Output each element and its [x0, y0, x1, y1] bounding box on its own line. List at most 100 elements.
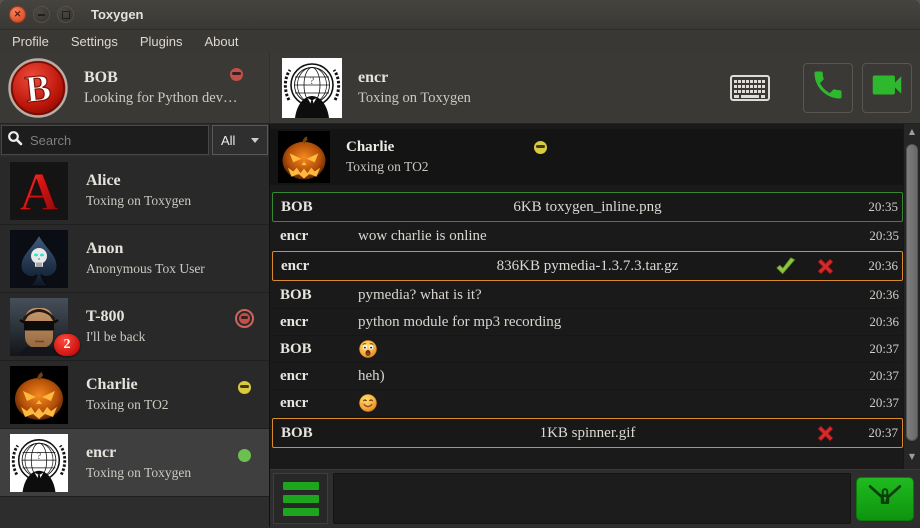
file-label: 1KB spinner.gif: [273, 425, 902, 442]
smiling-face-emoji: [358, 393, 378, 413]
text-message: encr python module for mp3 recording 20:…: [272, 309, 903, 336]
contact-encr[interactable]: ? encr Toxing on Toxygen: [0, 429, 269, 497]
self-name: BOB: [84, 69, 237, 87]
emoji-message: encr 20:37: [272, 390, 903, 417]
svg-text:A: A: [20, 162, 59, 220]
contact-charlie[interactable]: Charlie Toxing on TO2: [0, 361, 269, 429]
self-avatar[interactable]: B: [8, 58, 68, 118]
body: All A Alice Toxing on T: [0, 124, 920, 527]
notification-name: Charlie: [346, 139, 394, 156]
contact-anon[interactable]: Anon Anonymous Tox User: [0, 225, 269, 293]
file-transfer-message[interactable]: 6KB toxygen_inline.png BOB 20:35: [272, 192, 903, 222]
message-time: 20:36: [855, 314, 899, 330]
message-text: heh): [358, 368, 839, 385]
message-sender: BOB: [281, 425, 359, 442]
search-icon: [7, 130, 23, 151]
window-title: Toxygen: [91, 7, 144, 22]
file-label: 6KB toxygen_inline.png: [273, 199, 902, 216]
decline-file-button[interactable]: [813, 255, 838, 278]
scroll-up-arrow[interactable]: ▲: [904, 124, 920, 138]
file-transfer-message[interactable]: 1KB spinner.gif BOB 20:37: [272, 418, 903, 448]
audio-call-button[interactable]: [803, 63, 853, 113]
busy-status-icon: [235, 309, 254, 328]
chat-scrollbar[interactable]: ▲ ▼: [903, 124, 920, 469]
contact-filter-dropdown[interactable]: All: [212, 125, 268, 155]
search-box[interactable]: [1, 125, 209, 155]
self-busy-status-icon: [230, 68, 243, 81]
filter-value: All: [221, 133, 235, 148]
minimize-icon[interactable]: [33, 6, 50, 23]
contact-name: Anon: [86, 240, 205, 258]
alice-avatar: A: [10, 162, 68, 220]
message-time: 20:36: [855, 287, 899, 303]
message-text: python module for mp3 recording: [358, 314, 839, 331]
charlie-avatar: [10, 366, 68, 424]
accept-file-button[interactable]: [773, 255, 798, 278]
titlebar: ✕ Toxygen: [0, 0, 920, 30]
message-sender: encr: [280, 314, 358, 331]
message-compose-bar: [270, 469, 920, 527]
message-input[interactable]: [333, 473, 851, 524]
svg-text:?: ?: [37, 451, 41, 462]
chat-pane: Charlie Toxing on TO2 6KB toxygen_inline…: [270, 124, 920, 527]
menu-profile[interactable]: Profile: [12, 34, 60, 49]
svg-text:?: ?: [310, 76, 315, 87]
contact-status-message: I'll be back: [86, 329, 145, 345]
scrollbar-thumb[interactable]: [906, 144, 918, 441]
message-text: pymedia? what is it?: [358, 287, 839, 304]
peer-name: encr: [358, 69, 471, 87]
contact-t800[interactable]: 2 T-800 I'll be back: [0, 293, 269, 361]
self-info: BOB Looking for Python dev…: [84, 69, 237, 107]
text-message: encr heh) 20:37: [272, 363, 903, 390]
hamburger-icon: [283, 482, 319, 490]
chevron-down-icon: [251, 138, 259, 143]
header-actions: [730, 52, 920, 123]
decline-file-button[interactable]: [813, 422, 838, 445]
contact-status-message: Toxing on Toxygen: [86, 193, 191, 209]
away-status-icon: [238, 381, 251, 394]
message-time: 20:35: [854, 199, 898, 215]
svg-text:B: B: [23, 66, 53, 110]
contact-info: Anon Anonymous Tox User: [86, 240, 205, 277]
t800-avatar: 2: [10, 298, 68, 356]
chat-menu-button[interactable]: [273, 473, 328, 524]
file-transfer-message[interactable]: 836KB pymedia-1.3.7.3.tar.gz encr 20:36: [272, 251, 903, 281]
menubar: Profile Settings Plugins About: [0, 30, 920, 52]
search-row: All: [1, 125, 268, 155]
contact-alice[interactable]: A Alice Toxing on Toxygen: [0, 157, 269, 225]
keyboard-icon[interactable]: [730, 75, 770, 101]
message-time: 20:35: [855, 228, 899, 244]
message-sender: encr: [280, 228, 358, 245]
video-call-button[interactable]: [862, 63, 912, 113]
menu-plugins[interactable]: Plugins: [129, 34, 194, 49]
peer-info: encr Toxing on Toxygen: [358, 69, 471, 107]
anon-avatar: [10, 230, 68, 288]
shocked-face-emoji: [358, 339, 378, 359]
contact-status-message: Toxing on TO2: [86, 397, 169, 413]
contact-online-notification[interactable]: Charlie Toxing on TO2: [270, 129, 903, 185]
contact-info: Charlie Toxing on TO2: [86, 376, 169, 413]
message-time: 20:36: [854, 258, 898, 274]
message-sender: BOB: [281, 199, 359, 216]
send-encrypted-icon: [867, 482, 903, 515]
message-sender: BOB: [280, 287, 358, 304]
search-input[interactable]: [28, 132, 208, 149]
maximize-icon[interactable]: [57, 6, 74, 23]
self-profile[interactable]: B BOB Looking for Python dev…: [0, 52, 270, 123]
scroll-down-arrow[interactable]: ▼: [904, 449, 920, 463]
close-icon[interactable]: ✕: [9, 6, 26, 23]
send-message-button[interactable]: [856, 477, 914, 521]
message-time: 20:37: [855, 395, 899, 411]
contact-status-message: Toxing on Toxygen: [86, 465, 191, 481]
charlie-avatar: [278, 131, 330, 183]
hamburger-icon: [283, 508, 319, 516]
message-text: [358, 393, 839, 413]
contact-name: encr: [86, 444, 191, 462]
message-time: 20:37: [855, 368, 899, 384]
toxygen-window: ✕ Toxygen Profile Settings Plugins About…: [0, 0, 920, 528]
sidebar: All A Alice Toxing on T: [0, 124, 270, 527]
menu-settings[interactable]: Settings: [60, 34, 129, 49]
contact-name: Alice: [86, 172, 191, 190]
menu-about[interactable]: About: [193, 34, 249, 49]
away-status-icon: [534, 141, 547, 154]
